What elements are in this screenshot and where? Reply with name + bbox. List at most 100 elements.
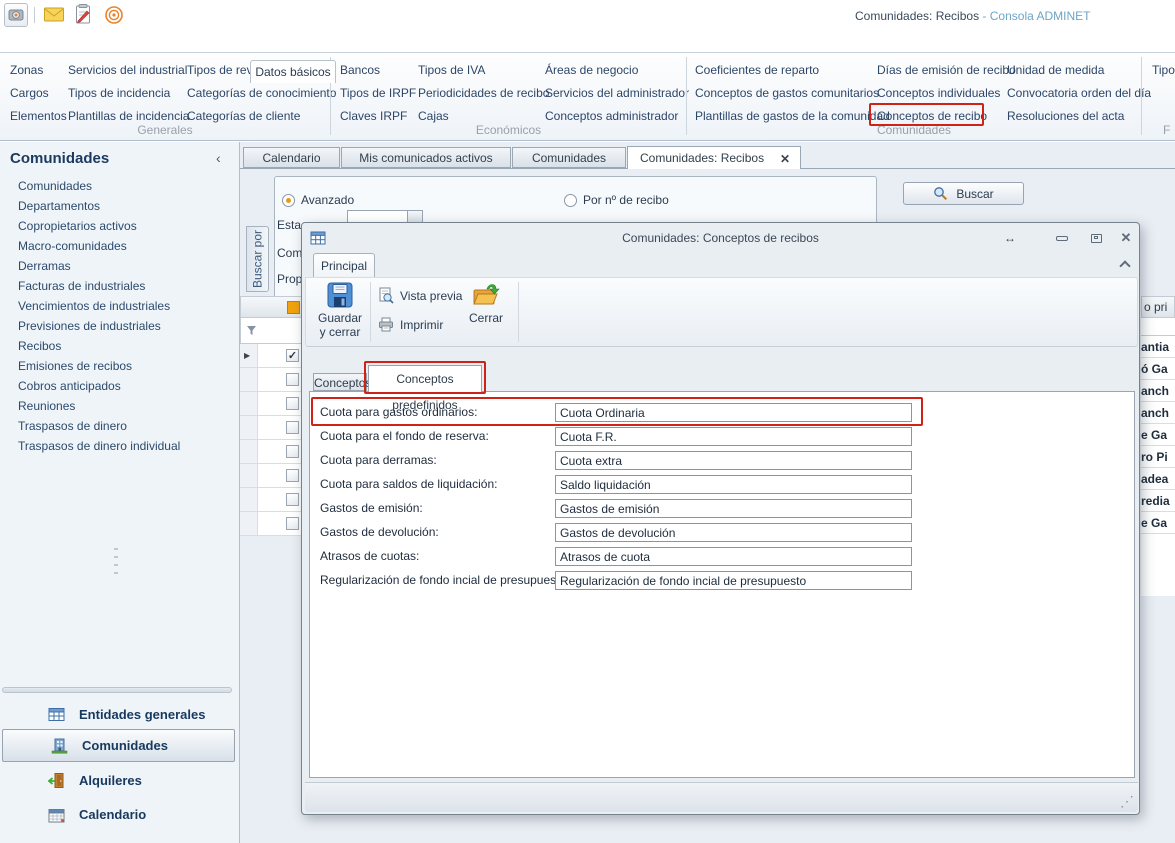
grid-row[interactable] — [240, 392, 304, 416]
mail-icon[interactable] — [44, 7, 64, 22]
sidebar-item-previsiones-industriales[interactable]: Previsiones de industriales — [18, 316, 180, 336]
radio-por-numero-recibo[interactable] — [564, 194, 577, 207]
grid-row[interactable] — [240, 440, 304, 464]
resize-grip-icon[interactable]: ⋰ — [1120, 793, 1134, 810]
ribbon-item-dias-emision-recibo[interactable]: Días de emisión de recibo — [877, 59, 1016, 82]
row-checkbox-checked[interactable]: ✓ — [286, 349, 299, 362]
ribbon-item-tipos-iva[interactable]: Tipos de IVA — [418, 59, 549, 82]
grid-row[interactable] — [240, 464, 304, 488]
dialog-statusbar: ⋰ — [305, 782, 1138, 812]
ribbon-item-bancos[interactable]: Bancos — [340, 59, 416, 82]
radio-avanzado[interactable] — [282, 194, 295, 207]
grid-row[interactable] — [240, 368, 304, 392]
row-checkbox[interactable] — [286, 421, 299, 434]
field-input-cuota-fondo-reserva[interactable] — [555, 427, 912, 446]
menu-tab-datos-basicos[interactable]: Datos básicos — [250, 60, 336, 83]
row-checkbox[interactable] — [286, 445, 299, 458]
tab-close-icon[interactable]: ✕ — [780, 148, 790, 170]
dialog-tab-conceptos[interactable]: Conceptos — [313, 373, 367, 391]
toolbar-separator — [370, 282, 371, 342]
sidebar-item-facturas-industriales[interactable]: Facturas de industriales — [18, 276, 180, 296]
field-input-cuota-derramas[interactable] — [555, 451, 912, 470]
grid-row[interactable] — [240, 488, 304, 512]
sidebar-splitter[interactable] — [2, 687, 232, 693]
sidebar-item-departamentos[interactable]: Departamentos — [18, 196, 180, 216]
ribbon-item-servicios-administrador[interactable]: Servicios del administrador — [545, 82, 689, 105]
sidebar-item-cobros-anticipados[interactable]: Cobros anticipados — [18, 376, 180, 396]
sidebar-item-derramas[interactable]: Derramas — [18, 256, 180, 276]
broadcast-icon[interactable] — [104, 5, 124, 25]
row-checkbox[interactable] — [286, 469, 299, 482]
row-checkbox[interactable] — [286, 517, 299, 530]
row-checkbox[interactable] — [286, 373, 299, 386]
nav-comunidades[interactable]: Comunidades — [2, 729, 235, 762]
notes-icon[interactable] — [74, 4, 92, 25]
sidebar-collapse-button[interactable]: ‹ — [216, 150, 221, 166]
grid-cell-fragment: e Ga — [1141, 512, 1175, 534]
tab-comunidades[interactable]: Comunidades — [512, 147, 626, 168]
search-button[interactable]: Buscar — [903, 182, 1024, 205]
ribbon-item-coeficientes-reparto[interactable]: Coeficientes de reparto — [695, 59, 890, 82]
dialog-ribbon-tab-principal[interactable]: Principal — [313, 253, 375, 277]
field-input-gastos-emision[interactable] — [555, 499, 912, 518]
ribbon-collapse-button[interactable] — [1116, 257, 1134, 272]
ribbon-item-tipo-partial[interactable]: Tipo — [1152, 59, 1175, 82]
row-indicator — [240, 440, 258, 463]
sidebar-item-reuniones[interactable]: Reuniones — [18, 396, 180, 416]
row-checkbox[interactable] — [286, 493, 299, 506]
ribbon-item-conceptos-individuales[interactable]: Conceptos individuales — [877, 82, 1016, 105]
nav-alquileres[interactable]: Alquileres — [0, 765, 239, 796]
sidebar-item-traspasos-dinero[interactable]: Traspasos de dinero — [18, 416, 180, 436]
sidebar-item-traspasos-dinero-individual[interactable]: Traspasos de dinero individual — [18, 436, 180, 456]
tab-comunidades-recibos[interactable]: Comunidades: Recibos ✕ — [627, 146, 801, 169]
ribbon-item-servicios-industrial[interactable]: Servicios del industrial — [68, 59, 189, 82]
highlight-conceptos-de-recibo — [869, 103, 984, 126]
filter-funnel-icon — [246, 325, 257, 336]
sidebar-item-emisiones-recibos[interactable]: Emisiones de recibos — [18, 356, 180, 376]
cerrar-button[interactable]: Cerrar — [458, 281, 514, 345]
imprimir-button[interactable]: Imprimir — [378, 317, 443, 332]
grid-row-selected[interactable]: ▶ ✓ — [240, 344, 304, 368]
ribbon-item-areas-negocio[interactable]: Áreas de negocio — [545, 59, 689, 82]
sidebar-item-comunidades[interactable]: Comunidades — [18, 176, 180, 196]
sidebar-item-list: Comunidades Departamentos Copropietarios… — [18, 176, 180, 456]
ribbon-item-categorias-conocimiento[interactable]: Categorías de conocimiento — [187, 82, 336, 105]
ribbon-item-tipos-irpf[interactable]: Tipos de IRPF — [340, 82, 416, 105]
tab-calendario[interactable]: Calendario — [243, 147, 340, 168]
field-input-atrasos-cuotas[interactable] — [555, 547, 912, 566]
dialog-titlebar[interactable]: Comunidades: Conceptos de recibos ↔ ✕ — [302, 223, 1139, 253]
guardar-y-cerrar-button[interactable]: Guardary cerrar — [312, 281, 368, 345]
ribbon-item-tipos-incidencia[interactable]: Tipos de incidencia — [68, 82, 189, 105]
close-button[interactable]: ✕ — [1114, 228, 1138, 247]
app-menu-button[interactable] — [4, 3, 28, 27]
ribbon-item-cargos[interactable]: Cargos — [10, 82, 67, 105]
field-input-saldos-liquidacion[interactable] — [555, 475, 912, 494]
header-checkbox[interactable] — [287, 301, 300, 314]
sidebar-item-copropietarios-activos[interactable]: Copropietarios activos — [18, 216, 180, 236]
row-checkbox[interactable] — [286, 397, 299, 410]
tab-label: Comunidades: Recibos — [640, 151, 764, 165]
field-input-regularizacion-fondo[interactable] — [555, 571, 912, 590]
restore-button[interactable] — [1084, 229, 1108, 247]
ribbon-item-periodicidades-recibo[interactable]: Periodicidades de recibo — [418, 82, 549, 105]
ribbon-item-unidad-medida[interactable]: Unidad de medida — [1007, 59, 1151, 82]
tab-mis-comunicados-activos[interactable]: Mis comunicados activos — [341, 147, 511, 168]
grid-row[interactable] — [240, 416, 304, 440]
grid-row[interactable] — [240, 512, 304, 536]
ribbon-item-convocatoria-orden-dia[interactable]: Convocatoria orden del día — [1007, 82, 1151, 105]
button-label: Imprimir — [400, 318, 443, 332]
grid-filter-row[interactable] — [240, 318, 304, 344]
sidebar-item-recibos[interactable]: Recibos — [18, 336, 180, 356]
minimize-button[interactable] — [1050, 229, 1074, 247]
grid-right-filter-row[interactable] — [1141, 318, 1175, 336]
ribbon-item-conceptos-gastos-comunitarios[interactable]: Conceptos de gastos comunitarios — [695, 82, 890, 105]
nav-entidades-generales[interactable]: Entidades generales — [0, 700, 239, 729]
ribbon-item-zonas[interactable]: Zonas — [10, 59, 67, 82]
vista-previa-button[interactable]: Vista previa — [378, 287, 462, 304]
resize-horizontal-icon[interactable]: ↔ — [998, 229, 1022, 247]
field-input-gastos-devolucion[interactable] — [555, 523, 912, 542]
buscar-por-tab[interactable]: Buscar por — [246, 226, 269, 292]
nav-calendario[interactable]: Calendario — [0, 799, 239, 830]
sidebar-item-vencimientos-industriales[interactable]: Vencimientos de industriales — [18, 296, 180, 316]
sidebar-item-macro-comunidades[interactable]: Macro-comunidades — [18, 236, 180, 256]
